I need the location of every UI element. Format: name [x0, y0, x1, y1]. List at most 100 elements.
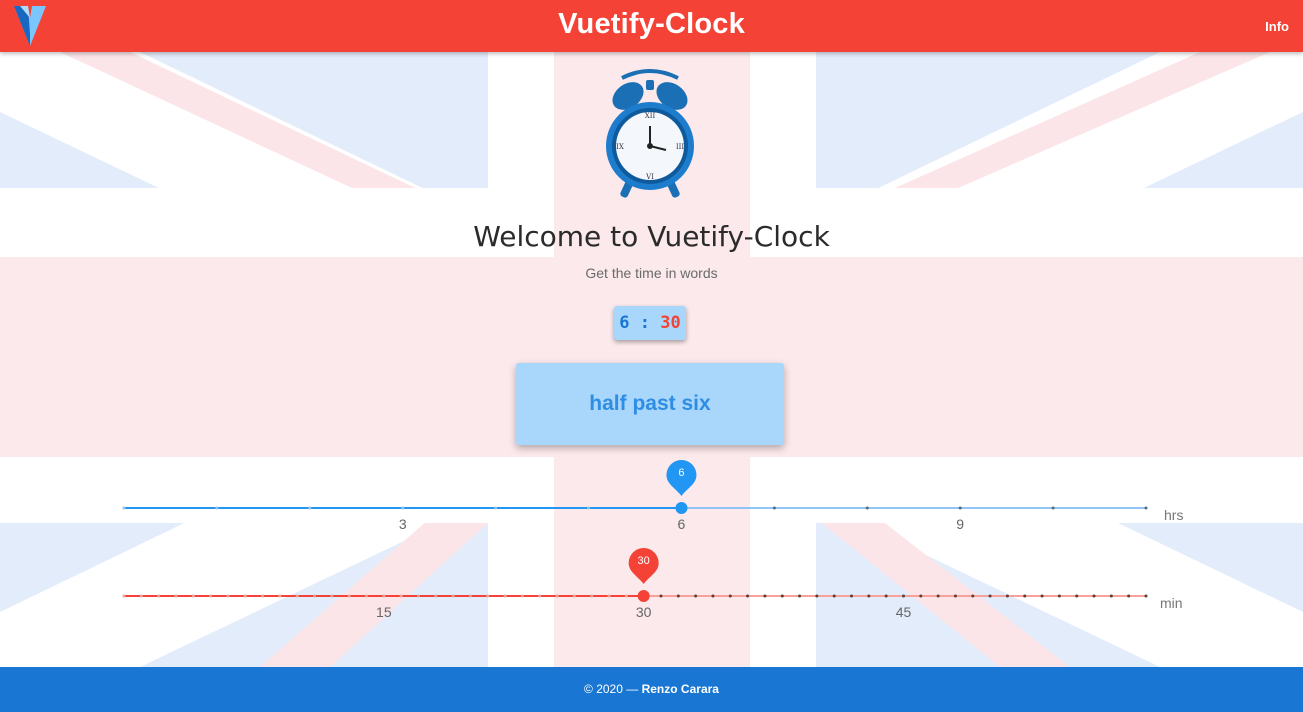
hours-tick-mark: [1144, 506, 1148, 510]
minutes-tick-mark: [1040, 594, 1044, 598]
minutes-tick-mark: [832, 594, 836, 598]
minutes-slider[interactable]: min 30 15 30 45: [122, 548, 1183, 620]
minutes-unit-label: min: [1160, 595, 1183, 611]
hours-tick-mark: [865, 506, 869, 510]
svg-text:III: III: [676, 143, 685, 151]
minutes-tick-mark: [1057, 594, 1061, 598]
minutes-tick-mark: [884, 594, 888, 598]
minutes-tick-mark: [988, 594, 992, 598]
minutes-tick-mark: [243, 594, 247, 598]
hours-thumb: [675, 502, 688, 514]
alarm-clock-icon: XII III VI IX: [600, 66, 700, 206]
hours-tick-label: 6: [677, 516, 686, 532]
minutes-tick-mark: [590, 594, 594, 598]
minutes-tick-mark: [746, 594, 750, 598]
minutes-tick-mark: [486, 594, 490, 598]
minutes-tick-mark: [1109, 594, 1113, 598]
app-title: Vuetify-Clock: [558, 8, 745, 40]
svg-text:IX: IX: [616, 143, 624, 151]
minutes-tick-mark: [1023, 594, 1027, 598]
welcome-subtitle: Get the time in words: [585, 265, 718, 281]
minutes-tick-mark: [1127, 594, 1131, 598]
hours-tick-mark: [1051, 506, 1055, 510]
hours-thumb-label: 6: [678, 467, 685, 479]
minutes-tick-mark: [919, 594, 923, 598]
minutes-tick-mark: [382, 594, 386, 598]
hours-slider-track[interactable]: [122, 460, 1148, 522]
minutes-tick-mark: [157, 594, 161, 598]
minutes-tick-mark: [694, 594, 698, 598]
svg-text:XII: XII: [645, 112, 656, 120]
hours-tick-mark: [401, 506, 405, 510]
hours-tick-mark: [308, 506, 312, 510]
minutes-tick-mark: [278, 594, 282, 598]
minutes-tick-mark: [971, 594, 975, 598]
minutes-tick-mark: [780, 594, 784, 598]
minutes-tick-mark: [607, 594, 611, 598]
minutes-tick-mark: [624, 594, 628, 598]
minutes-tick-mark: [798, 594, 802, 598]
footer-copyright: © 2020 —: [584, 682, 639, 696]
hours-unit-label: hrs: [1164, 507, 1184, 523]
minutes-tick-mark: [468, 594, 472, 598]
hours-tick-mark: [958, 506, 962, 510]
minutes-tick-mark: [416, 594, 420, 598]
hours-slider[interactable]: hrs 6 3 6 9: [122, 460, 1183, 532]
minutes-tick-mark: [1092, 594, 1096, 598]
svg-text:VI: VI: [645, 173, 654, 181]
info-button[interactable]: Info: [1265, 19, 1289, 34]
minutes-tick-mark: [313, 594, 317, 598]
minutes-tick-mark: [555, 594, 559, 598]
minutes-tick-mark: [191, 594, 195, 598]
minutes-tick-mark: [174, 594, 178, 598]
welcome-heading: Welcome to Vuetify-Clock: [473, 220, 830, 253]
minutes-tick-mark: [867, 594, 871, 598]
time-separator: :: [639, 313, 650, 333]
hours-tick-mark: [494, 506, 498, 510]
time-minutes: 30: [660, 313, 681, 333]
footer-author: Renzo Carara: [641, 682, 719, 696]
main-content: XII III VI IX Welcome to Vuetify-Clock G…: [0, 52, 1303, 667]
minutes-tick-label: 30: [635, 604, 652, 620]
minutes-tick-mark: [711, 594, 715, 598]
minutes-thumb-label: 30: [637, 555, 650, 567]
minutes-tick-mark: [226, 594, 230, 598]
minutes-tick-mark: [676, 594, 680, 598]
hours-tick-label: 9: [956, 516, 965, 532]
minutes-tick-mark: [1005, 594, 1009, 598]
minutes-tick-mark: [901, 594, 905, 598]
minutes-tick-mark: [365, 594, 369, 598]
minutes-tick-mark: [330, 594, 334, 598]
digital-time-chip: 6 : 30: [614, 306, 686, 340]
minutes-tick-label: 45: [895, 604, 912, 620]
minutes-tick-mark: [451, 594, 455, 598]
minutes-tick-mark: [572, 594, 576, 598]
hours-tick-mark: [215, 506, 219, 510]
minutes-tick-mark: [122, 594, 126, 598]
minutes-tick-mark: [520, 594, 524, 598]
minutes-tick-mark: [399, 594, 403, 598]
hours-tick-mark: [122, 506, 126, 510]
minutes-tick-mark: [763, 594, 767, 598]
hours-tick-mark: [587, 506, 591, 510]
minutes-tick-mark: [261, 594, 265, 598]
minutes-tick-label: 15: [376, 604, 392, 620]
time-in-words-card: half past six: [516, 363, 784, 445]
minutes-tick-mark: [815, 594, 819, 598]
minutes-tick-mark: [347, 594, 351, 598]
time-hours: 6: [619, 313, 630, 333]
hours-tick-label: 3: [398, 516, 407, 532]
minutes-tick-mark: [209, 594, 213, 598]
minutes-tick-mark: [936, 594, 940, 598]
minutes-tick-mark: [728, 594, 732, 598]
minutes-thumb: [637, 590, 650, 602]
minutes-tick-mark: [659, 594, 663, 598]
minutes-tick-mark: [953, 594, 957, 598]
minutes-tick-mark: [434, 594, 438, 598]
minutes-tick-mark: [538, 594, 542, 598]
minutes-tick-mark: [1144, 594, 1148, 598]
footer: © 2020 — Renzo Carara: [0, 667, 1303, 712]
minutes-tick-mark: [295, 594, 299, 598]
minutes-tick-mark: [850, 594, 854, 598]
minutes-tick-mark: [1075, 594, 1079, 598]
